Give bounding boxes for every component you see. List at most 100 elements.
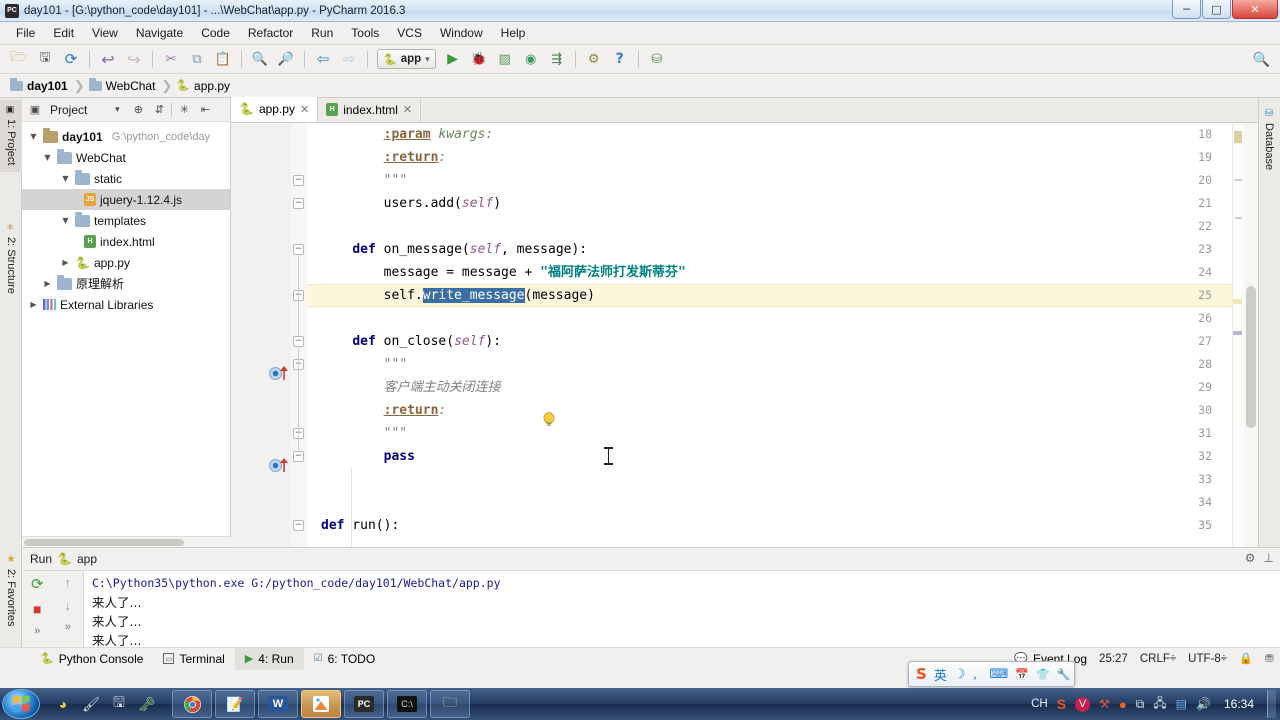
notepad-taskbar-button[interactable]: 📝 [215, 690, 255, 718]
project-horizontal-scrollbar[interactable] [22, 536, 231, 547]
key-icon[interactable]: 🗝 [134, 691, 160, 717]
code-line[interactable]: def on_close(self): [321, 330, 501, 353]
breadcrumb-item-day101[interactable]: day101 [8, 77, 74, 93]
marker-caret[interactable] [1233, 299, 1242, 304]
code-line[interactable]: users.add(self) [321, 192, 501, 215]
attach-button[interactable]: ⇶ [546, 48, 568, 70]
menu-item-window[interactable]: Window [431, 23, 492, 43]
hector-icon[interactable]: ⛃ [1265, 652, 1274, 665]
chevron-down-icon[interactable]: ▾ [108, 101, 126, 119]
code-line[interactable]: message = message + "福阿萨法师打发斯蒂芬" [321, 261, 686, 284]
sidebar-item-structure[interactable]: ⚛ 2: Structure [0, 218, 22, 310]
twisty-icon[interactable]: ▼ [28, 132, 39, 141]
fold-marker[interactable]: − [293, 198, 304, 209]
search-everywhere-icon[interactable]: 🔍 [1253, 51, 1270, 68]
network-tray-icon[interactable]: 🖧 [1153, 694, 1166, 715]
editor-vertical-scrollbar[interactable] [1244, 123, 1258, 547]
show-desktop-button[interactable] [1267, 690, 1276, 718]
soft-keyboard-icon[interactable]: ⌨ [989, 667, 1008, 682]
project-structure-icon[interactable]: ⛁ [646, 48, 668, 70]
tree-node-webchat[interactable]: ▼ WebChat [22, 147, 230, 168]
sidebar-item-database[interactable]: ⛁ Database [1259, 104, 1279, 174]
scroll-to-source-icon[interactable]: ⊕ [129, 101, 147, 119]
fold-marker[interactable]: − [293, 451, 304, 462]
debug-button[interactable]: 🐞 [468, 48, 490, 70]
word-taskbar-button[interactable]: W [258, 690, 298, 718]
volume-tray-icon[interactable]: 🔊 [1196, 697, 1211, 711]
tab-app-py[interactable]: 🐍 app.py ✕ [231, 97, 319, 122]
breadcrumb-item-apppy[interactable]: 🐍 app.py [174, 79, 236, 93]
scroll-up-button[interactable]: ↑ [65, 575, 72, 590]
open-folder-icon[interactable]: 🗁 [8, 48, 30, 70]
save-icon[interactable]: 🖫 [106, 691, 132, 717]
menu-item-file[interactable]: File [7, 23, 44, 43]
menu-item-navigate[interactable]: Navigate [127, 23, 192, 43]
help-icon[interactable]: ? [609, 48, 631, 70]
marker-change[interactable] [1235, 179, 1242, 181]
code-content[interactable]: :param kwargs: :return: """ users.add(se… [307, 123, 1258, 547]
status-tool-todo[interactable]: ☑ 6: TODO [304, 648, 386, 670]
hide-icon[interactable]: ⊥ [1264, 551, 1274, 565]
marker-change[interactable] [1235, 217, 1242, 219]
tab-index-html[interactable]: H index.html ✕ [318, 97, 422, 122]
maximize-button[interactable]: □ [1202, 0, 1231, 19]
tree-node-app-py[interactable]: ▶ 🐍 app.py [22, 252, 230, 273]
code-line[interactable]: self.write_message(message) [321, 284, 595, 307]
override-method-icon[interactable] [269, 458, 288, 475]
error-marker-bar[interactable] [1232, 123, 1244, 547]
sogou-ime-bar[interactable]: S 英 ☽ ， ⌨ 📅 👕 🔧 [908, 661, 1075, 687]
code-line[interactable]: :param kwargs: [321, 123, 494, 146]
undo-icon[interactable]: ↩ [97, 48, 119, 70]
status-tool-run[interactable]: ▶ 4: Run [234, 647, 304, 670]
code-line[interactable]: :return: [321, 399, 447, 422]
breadcrumb-item-webchat[interactable]: WebChat [87, 77, 162, 93]
fold-marker[interactable]: − [293, 520, 304, 531]
antivirus-tray-icon[interactable]: V [1075, 696, 1091, 712]
caret-position[interactable]: 25:27 [1099, 653, 1128, 665]
settings-icon[interactable]: ⚙ [583, 48, 605, 70]
screenshot-taskbar-button[interactable] [301, 690, 341, 718]
save-all-icon[interactable]: 🖫 [34, 48, 56, 70]
status-tool-terminal[interactable]: ▭ Terminal [153, 648, 234, 670]
sogou-tray-icon[interactable]: S [1057, 696, 1066, 712]
display-tray-icon[interactable]: ▤ [1176, 697, 1187, 711]
code-line[interactable]: def run(): [321, 514, 399, 537]
tree-node-yuanli[interactable]: ▶ 原理解析 [22, 273, 230, 294]
line-separator-indicator[interactable]: CRLF÷ [1140, 653, 1176, 665]
copy-icon[interactable]: ⧉ [186, 48, 208, 70]
code-editor[interactable]: 18 19 20 21 22 23 24 25 26 27 28 29 30 31 32 33 34 35 − − −… [231, 123, 1258, 547]
windows-tray-icon[interactable]: ⧉ [1136, 697, 1145, 712]
gear-icon[interactable]: ✳ [175, 101, 193, 119]
profile-button[interactable]: ◉ [520, 48, 542, 70]
marker-warning[interactable] [1234, 131, 1242, 143]
more-button[interactable]: » [34, 625, 40, 637]
pycharm-taskbar-button[interactable]: PC [344, 690, 384, 718]
taskbar-clock[interactable]: 16:34 [1224, 697, 1254, 711]
menu-item-edit[interactable]: Edit [44, 23, 83, 43]
twisty-icon[interactable]: ▼ [60, 174, 71, 183]
moon-icon[interactable]: ☽ [954, 667, 966, 682]
start-button[interactable] [2, 689, 40, 719]
hide-icon[interactable]: ⇤ [196, 101, 214, 119]
punctuation-icon[interactable]: ， [972, 667, 982, 682]
menu-item-run[interactable]: Run [302, 23, 342, 43]
collapse-all-icon[interactable]: ⇵ [150, 101, 168, 119]
sidebar-item-favorites[interactable]: ★ 2: Favorites [0, 549, 22, 637]
back-icon[interactable]: ⇦ [312, 48, 334, 70]
forward-icon[interactable]: ⇨ [338, 48, 360, 70]
skin-icon[interactable]: 👕 [1036, 668, 1050, 681]
close-icon[interactable]: ✕ [403, 103, 412, 116]
language-mode-icon[interactable]: 英 [934, 665, 947, 684]
scrollbar-thumb[interactable] [1246, 286, 1256, 428]
status-tool-python-console[interactable]: 🐍 Python Console [30, 648, 153, 670]
toolbox-icon[interactable]: 🔧 [1057, 668, 1071, 681]
minimize-button[interactable]: ─ [1172, 0, 1201, 19]
lock-icon[interactable]: 🔒 [1239, 652, 1253, 665]
find-icon[interactable]: 🔍 [249, 48, 271, 70]
close-button[interactable]: ✕ [1232, 0, 1278, 19]
tools-tray-icon[interactable]: ⚒ [1099, 697, 1110, 711]
gear-icon[interactable]: ⚙ [1245, 551, 1256, 565]
twisty-icon[interactable]: ▶ [60, 258, 71, 267]
media-player-icon[interactable]: ◕ [50, 691, 76, 717]
stop-button[interactable]: ■ [33, 601, 41, 617]
